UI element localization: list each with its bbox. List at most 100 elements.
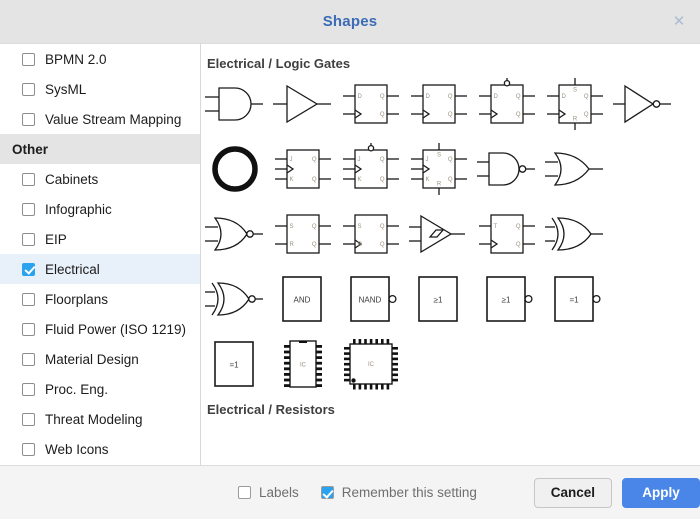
svg-text:S: S — [573, 87, 577, 93]
cancel-button[interactable]: Cancel — [533, 477, 612, 508]
sidebar-item-threat-modeling[interactable]: Threat Modeling — [0, 404, 200, 434]
remember-setting-checkbox[interactable]: Remember this setting — [320, 485, 477, 500]
sidebar-item-checkbox[interactable] — [22, 322, 35, 336]
sidebar-item-bpmn-2-0[interactable]: BPMN 2.0 — [0, 44, 200, 74]
d-flipflop-shape[interactable]: D Q Q — [337, 73, 405, 135]
dip-ic-shape[interactable]: IC — [269, 333, 337, 395]
sidebar-item-checkbox[interactable] — [22, 82, 35, 96]
svg-text:D: D — [562, 94, 567, 100]
svg-text:D: D — [494, 94, 499, 100]
sidebar-item-checkbox[interactable] — [22, 202, 35, 216]
or-gate-shape[interactable] — [541, 138, 609, 200]
jk-flipflop-preset-shape[interactable]: J K Q Q — [337, 138, 405, 200]
or-box-shape[interactable]: ≥1 — [405, 268, 473, 330]
svg-text:IC: IC — [368, 362, 375, 368]
sidebar-item-checkbox[interactable] — [22, 352, 35, 366]
nand-gate-shape[interactable] — [473, 138, 541, 200]
schmitt-buffer-shape[interactable] — [405, 203, 473, 265]
svg-text:AND: AND — [294, 295, 311, 304]
sidebar-item-checkbox[interactable] — [22, 412, 35, 426]
and-box-shape[interactable]: AND — [269, 268, 337, 330]
nor-box-shape[interactable]: ≥1 — [473, 268, 541, 330]
dialog-footer: Labels Remember this setting Cancel Appl… — [0, 465, 700, 519]
sidebar-item-checkbox[interactable] — [22, 112, 35, 126]
svg-text:≥1: ≥1 — [502, 295, 511, 304]
shape-library-sidebar[interactable]: BPMN 2.0 SysML Value Stream Mapping Other Ca… — [0, 44, 201, 465]
svg-text:=1: =1 — [229, 360, 239, 369]
sidebar-item-electrical[interactable]: Electrical — [0, 254, 200, 284]
jk-flipflop-sr-shape[interactable]: J K Q Q S R — [405, 138, 473, 200]
and-gate-shape[interactable] — [201, 73, 269, 135]
xnor-gate-shape[interactable] — [201, 268, 269, 330]
sidebar-item-checkbox[interactable] — [22, 292, 35, 306]
svg-text:Q: Q — [448, 177, 453, 183]
sidebar-item-label: Floorplans — [45, 291, 109, 307]
xor-box-shape[interactable]: =1 — [201, 333, 269, 395]
labels-checkbox[interactable]: Labels — [238, 485, 299, 500]
sidebar-item-cabinets[interactable]: Cabinets — [0, 164, 200, 194]
remember-setting-checkbox-box[interactable] — [320, 486, 334, 499]
svg-text:Q: Q — [380, 177, 385, 183]
labels-checkbox-label: Labels — [259, 485, 299, 500]
xor-gate-shape[interactable] — [541, 203, 609, 265]
sr-latch-shape[interactable]: S R Q Q — [269, 203, 337, 265]
sidebar-item-infographic[interactable]: Infographic — [0, 194, 200, 224]
sidebar-item-fluid-power-iso-1219-[interactable]: Fluid Power (ISO 1219) — [0, 314, 200, 344]
svg-text:K: K — [426, 177, 430, 183]
close-icon[interactable]: ✕ — [670, 13, 688, 31]
svg-text:D: D — [358, 94, 363, 100]
sidebar-group-other: Other — [0, 134, 200, 164]
sidebar-item-label: Infographic — [45, 201, 112, 217]
sidebar-item-label: Electrical — [45, 261, 100, 277]
shape-row: =1 IC IC — [201, 331, 700, 396]
sidebar-item-label: Web Icons — [45, 441, 109, 457]
shape-row: D Q Q D Q Q D Q Q D Q Q S R — [201, 71, 700, 136]
qfp-ic-shape[interactable]: IC — [337, 333, 405, 395]
t-flipflop-shape[interactable]: T Q Q — [473, 203, 541, 265]
sidebar-item-proc-eng-[interactable]: Proc. Eng. — [0, 374, 200, 404]
svg-text:Q: Q — [516, 224, 521, 230]
svg-text:K: K — [358, 177, 362, 183]
sidebar-item-material-design[interactable]: Material Design — [0, 344, 200, 374]
svg-text:R: R — [290, 242, 295, 248]
shape-row: AND NAND ≥1 ≥1 =1 — [201, 266, 700, 331]
d-flipflop-preset-shape[interactable]: D Q Q — [473, 73, 541, 135]
svg-text:NAND: NAND — [359, 295, 382, 304]
ring-shape[interactable] — [201, 138, 269, 200]
sidebar-item-signs[interactable]: Signs — [0, 464, 200, 465]
sidebar-item-checkbox[interactable] — [22, 232, 35, 246]
sidebar-item-sysml[interactable]: SysML — [0, 74, 200, 104]
shape-row: J K Q Q J K Q Q J K Q Q S R — [201, 136, 700, 201]
svg-text:R: R — [358, 242, 363, 248]
svg-text:Q: Q — [516, 94, 521, 100]
sidebar-item-value-stream-mapping[interactable]: Value Stream Mapping — [0, 104, 200, 134]
buffer-gate-shape[interactable] — [269, 73, 337, 135]
shape-row: S R Q Q S R Q Q T Q Q — [201, 201, 700, 266]
labels-checkbox-box[interactable] — [238, 486, 251, 499]
d-flipflop-sr-shape[interactable]: D Q Q S R — [541, 73, 609, 135]
dialog-title: Shapes — [322, 13, 378, 30]
nor-gate-shape[interactable] — [201, 203, 269, 265]
jk-flipflop-shape[interactable]: J K Q Q — [269, 138, 337, 200]
sidebar-item-checkbox[interactable] — [22, 172, 35, 186]
svg-text:J: J — [290, 157, 293, 163]
d-flipflop-shape-2[interactable]: D Q Q — [405, 73, 473, 135]
sidebar-item-checkbox[interactable] — [22, 382, 35, 396]
sr-flipflop-shape[interactable]: S R Q Q — [337, 203, 405, 265]
svg-text:Q: Q — [448, 157, 453, 163]
sidebar-item-web-icons[interactable]: Web Icons — [0, 434, 200, 464]
sidebar-item-checkbox[interactable] — [22, 262, 35, 276]
sidebar-item-label: Threat Modeling — [45, 411, 143, 427]
svg-text:=1: =1 — [569, 295, 579, 304]
svg-text:S: S — [437, 152, 441, 158]
sidebar-item-checkbox[interactable] — [22, 52, 35, 66]
sidebar-item-eip[interactable]: EIP — [0, 224, 200, 254]
xnor-box-shape[interactable]: =1 — [541, 268, 609, 330]
svg-text:R: R — [437, 181, 442, 187]
sidebar-item-checkbox[interactable] — [22, 442, 35, 456]
nand-box-shape[interactable]: NAND — [337, 268, 405, 330]
sidebar-item-floorplans[interactable]: Floorplans — [0, 284, 200, 314]
apply-button[interactable]: Apply — [622, 477, 700, 508]
not-gate-shape[interactable] — [609, 73, 677, 135]
svg-text:Q: Q — [584, 112, 589, 118]
